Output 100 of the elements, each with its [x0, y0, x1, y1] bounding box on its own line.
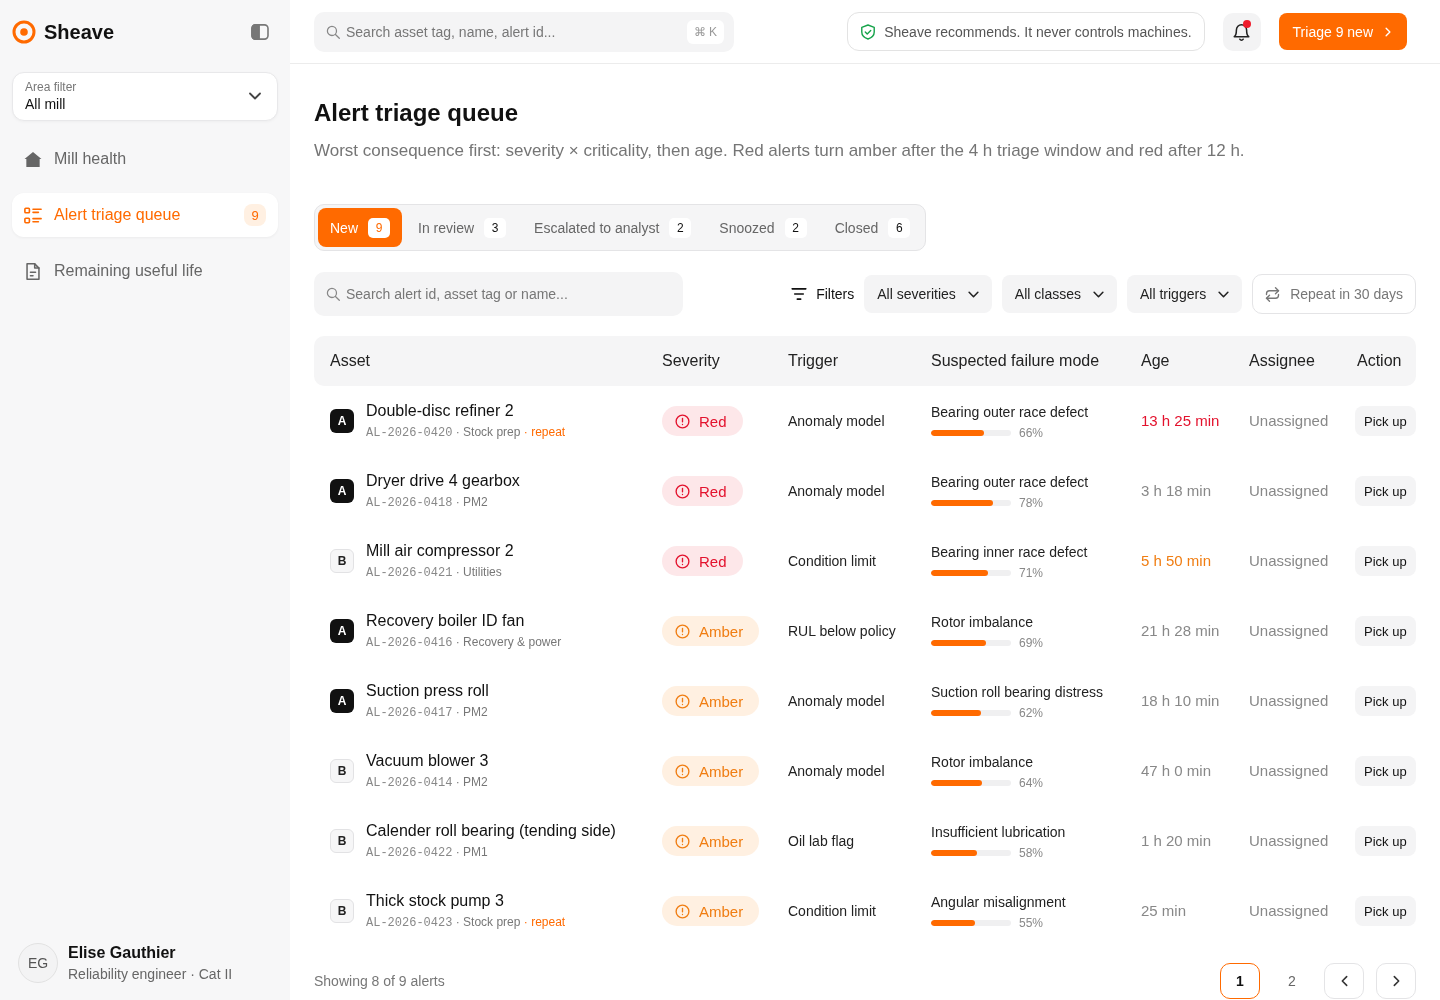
trigger-text: Anomaly model: [788, 763, 885, 779]
confidence-reading: 58%: [1019, 845, 1044, 860]
results-summary: Showing 8 of 9 alerts: [314, 973, 445, 989]
user-role: Reliability engineer · Cat II: [68, 965, 233, 984]
trigger-text: Anomaly model: [788, 693, 885, 709]
pick-up-button[interactable]: Pick up: [1355, 546, 1416, 576]
confidence-reading: 69%: [1019, 635, 1044, 650]
user-name: Elise Gauthier: [68, 943, 177, 963]
status-tab[interactable]: Escalated to analyst 2: [522, 208, 704, 247]
alert-circle-icon: [675, 903, 690, 919]
assignee-text: Unassigned: [1249, 412, 1329, 429]
user-avatar: EG: [18, 943, 58, 983]
chevron-right-icon: [1392, 975, 1400, 987]
failure-mode-label: Insufficient lubrication: [931, 823, 1066, 840]
column-header: Trigger: [788, 352, 839, 369]
pick-up-button[interactable]: Pick up: [1355, 826, 1416, 856]
failure-mode-label: Bearing inner race defect: [931, 543, 1088, 560]
pick-up-button[interactable]: Pick up: [1355, 896, 1416, 926]
confidence-reading: 66%: [1019, 425, 1044, 440]
sidebar-panel-icon[interactable]: [251, 24, 269, 40]
confidence-reading: 78%: [1019, 495, 1044, 510]
area-filter-dropdown[interactable]: Area filter All mill: [12, 72, 278, 121]
trigger-text: Condition limit: [788, 553, 876, 569]
assignee-text: Unassigned: [1249, 692, 1329, 709]
severity-label: Amber: [699, 622, 744, 640]
tab-count-badge: 2: [784, 217, 807, 238]
alert-age: 21 h 28 min: [1141, 622, 1220, 639]
severity-label: Red: [699, 482, 727, 500]
asset-name: Vacuum blower 3: [366, 752, 489, 769]
pick-up-button[interactable]: Pick up: [1355, 406, 1416, 436]
failure-mode-label: Bearing outer race defect: [931, 403, 1089, 420]
alert-circle-icon: [675, 483, 690, 499]
chevron-down-icon: [1093, 290, 1104, 298]
alert-circle-icon: [675, 413, 690, 429]
column-header: Severity: [662, 352, 720, 369]
page-button[interactable]: 1: [1220, 963, 1260, 999]
asset-name: Recovery boiler ID fan: [366, 612, 525, 629]
pick-up-button[interactable]: Pick up: [1355, 686, 1416, 716]
pick-up-button[interactable]: Pick up: [1355, 476, 1416, 506]
chevron-down-icon: [1218, 290, 1230, 298]
alert-age: 47 h 0 min: [1141, 762, 1212, 779]
search-field[interactable]: Search alert id, asset tag or name...: [314, 272, 683, 316]
asset-meta: AL-2026-0423 · Stock prep · repeat: [366, 915, 566, 929]
alert-circle-icon: [675, 623, 690, 639]
search-icon: [326, 24, 340, 39]
alert-age: 18 h 10 min: [1141, 692, 1220, 709]
pick-up-button[interactable]: Pick up: [1355, 756, 1416, 786]
alert-circle-icon: [675, 763, 690, 779]
status-tab[interactable]: Snoozed 2: [707, 208, 819, 247]
assignee-text: Unassigned: [1249, 832, 1329, 849]
severity-label: Amber: [699, 832, 744, 850]
confidence-reading: 62%: [1019, 705, 1044, 720]
search-icon: [326, 287, 340, 301]
pick-up-button[interactable]: Pick up: [1355, 616, 1416, 646]
alert-age: 25 min: [1141, 902, 1187, 919]
column-header: Assignee: [1249, 352, 1315, 369]
nav-item[interactable]: Remaining useful life: [12, 249, 278, 293]
notice-text: Sheave recommends. It never controls machines.: [884, 23, 1192, 40]
asset-meta: AL-2026-0418 · PM2: [366, 495, 488, 509]
repeat-filter-toggle[interactable]: Repeat in 30 days: [1252, 274, 1416, 314]
column-header: Asset: [330, 352, 370, 369]
asset-meta: AL-2026-0422 · PM1: [366, 845, 488, 859]
assignee-text: Unassigned: [1249, 762, 1329, 779]
home-icon: [24, 150, 42, 168]
logo-icon: [12, 20, 36, 44]
status-tab[interactable]: Closed 6: [822, 208, 923, 247]
filters-button[interactable]: Filters: [791, 286, 855, 302]
asset-name: Thick stock pump 3: [366, 892, 504, 909]
severity-label: Red: [699, 552, 727, 570]
asset-meta: AL-2026-0421 · Utilities: [366, 565, 502, 579]
alert-circle-icon: [675, 553, 690, 569]
chevron-down-icon: [249, 92, 261, 100]
alert-circle-icon: [675, 693, 690, 709]
asset-name: Double-disc refiner 2: [366, 402, 514, 419]
asset-meta: AL-2026-0414 · PM2: [366, 775, 488, 789]
class-badge: A: [330, 479, 354, 503]
tab-count-badge: 3: [484, 217, 507, 238]
checklist-icon: [24, 206, 42, 224]
confidence-reading: 71%: [1019, 565, 1044, 580]
failure-mode-label: Bearing outer race defect: [931, 473, 1089, 490]
assignee-text: Unassigned: [1249, 902, 1329, 919]
trigger-text: Oil lab flag: [788, 833, 855, 849]
nav-item[interactable]: Mill health: [12, 137, 278, 181]
confidence-reading: 64%: [1019, 775, 1044, 790]
alert-age: 1 h 20 min: [1141, 832, 1212, 849]
document-icon: [24, 262, 42, 280]
column-header: Action: [1357, 352, 1402, 369]
filter-dropdown[interactable]: All triggers: [1127, 275, 1243, 313]
class-badge: B: [330, 829, 354, 853]
filter-dropdown[interactable]: All classes: [1001, 275, 1117, 313]
chevron-right-icon: [1385, 26, 1391, 37]
notifications-button[interactable]: [1222, 12, 1261, 51]
status-tab[interactable]: In review 3: [406, 208, 519, 247]
filter-dropdown[interactable]: All severities: [864, 275, 992, 313]
alert-age: 13 h 25 min: [1141, 412, 1220, 429]
tab-count-badge: 9: [368, 217, 390, 238]
trigger-text: Anomaly model: [788, 413, 885, 429]
trigger-text: Anomaly model: [788, 483, 885, 499]
asset-name: Mill air compressor 2: [366, 542, 514, 559]
assignee-text: Unassigned: [1249, 552, 1329, 569]
